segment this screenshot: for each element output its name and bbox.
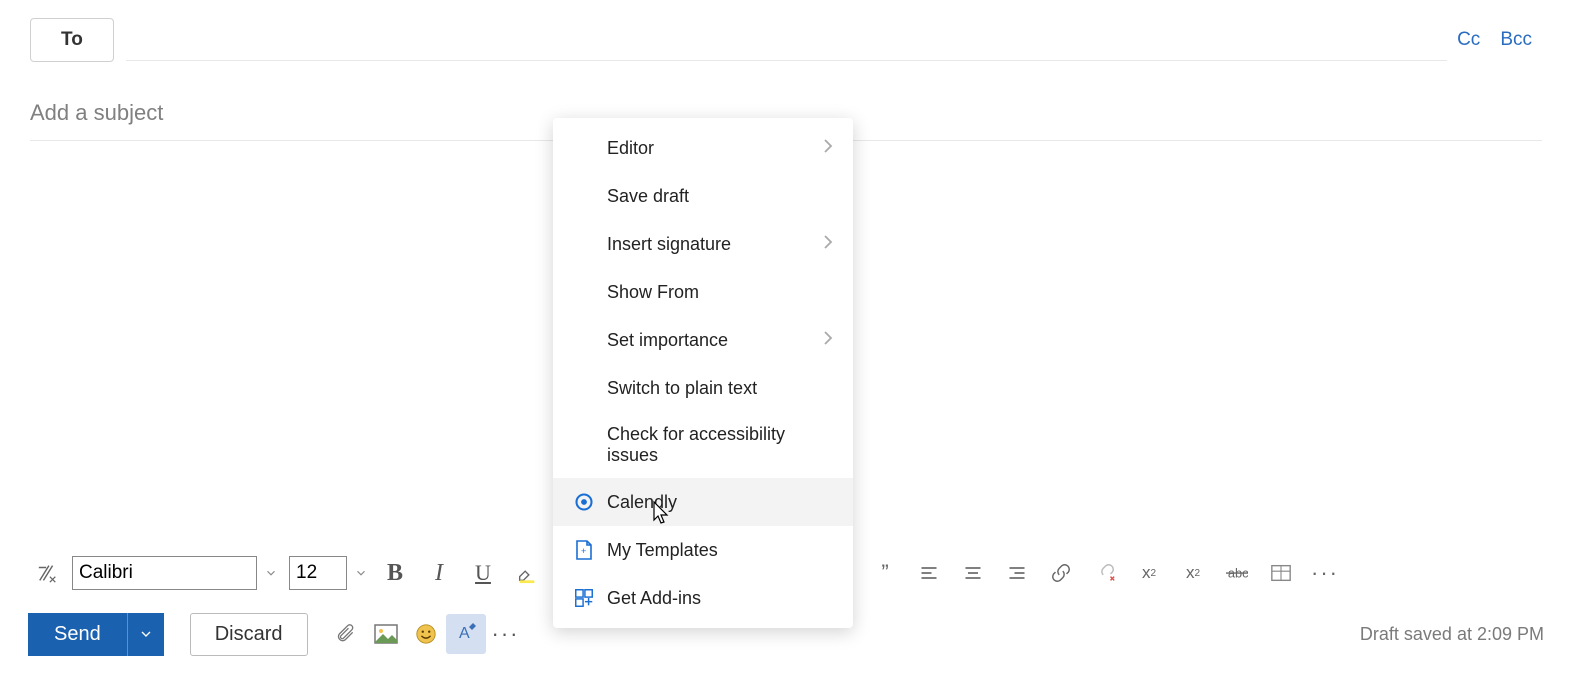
menu-item-label: Set importance	[607, 330, 811, 351]
align-center-icon[interactable]	[953, 553, 993, 593]
chevron-right-icon	[823, 138, 833, 159]
menu-item-label: Save draft	[607, 186, 833, 207]
menu-plain-text[interactable]: Switch to plain text	[553, 364, 853, 412]
discard-button[interactable]: Discard	[190, 613, 308, 656]
menu-accessibility[interactable]: Check for accessibility issues	[553, 412, 853, 478]
align-left-icon[interactable]	[909, 553, 949, 593]
emoji-icon[interactable]	[406, 614, 446, 654]
menu-get-addins[interactable]: Get Add-ins	[553, 574, 853, 622]
compose-more-menu: Editor Save draft Insert signature Show …	[553, 118, 853, 628]
menu-item-label: Insert signature	[607, 234, 811, 255]
bcc-link[interactable]: Bcc	[1490, 29, 1542, 51]
underline-button[interactable]: U	[463, 553, 503, 593]
font-name-select[interactable]	[72, 556, 257, 590]
menu-item-label: Check for accessibility issues	[607, 424, 833, 466]
italic-button[interactable]: I	[419, 553, 459, 593]
chevron-down-icon	[138, 626, 154, 642]
link-icon[interactable]	[1041, 553, 1081, 593]
to-input[interactable]	[126, 19, 1447, 61]
chevron-down-icon[interactable]	[351, 566, 371, 580]
draft-status: Draft saved at 2:09 PM	[1360, 624, 1544, 645]
menu-item-label: Get Add-ins	[607, 588, 833, 609]
subscript-icon[interactable]: x2	[1173, 553, 1213, 593]
menu-save-draft[interactable]: Save draft	[553, 172, 853, 220]
menu-item-label: Editor	[607, 138, 811, 159]
paperclip-icon[interactable]	[326, 614, 366, 654]
font-size-select[interactable]	[289, 556, 347, 590]
image-icon[interactable]	[366, 614, 406, 654]
chevron-right-icon	[823, 330, 833, 351]
to-button[interactable]: To	[30, 18, 114, 62]
send-dropdown[interactable]	[127, 613, 164, 656]
menu-item-label: Show From	[607, 282, 833, 303]
chevron-right-icon	[823, 234, 833, 255]
chevron-down-icon[interactable]	[261, 566, 281, 580]
strikethrough-icon[interactable]: abc	[1217, 553, 1257, 593]
unlink-icon[interactable]	[1085, 553, 1125, 593]
align-right-icon[interactable]	[997, 553, 1037, 593]
menu-show-from[interactable]: Show From	[553, 268, 853, 316]
addins-icon	[573, 587, 595, 609]
menu-item-label: My Templates	[607, 540, 833, 561]
send-group: Send	[28, 613, 164, 656]
svg-text:A: A	[459, 625, 470, 642]
superscript-icon[interactable]: x2	[1129, 553, 1169, 593]
menu-my-templates[interactable]: + My Templates	[553, 526, 853, 574]
templates-icon: +	[573, 539, 595, 561]
clear-formatting-icon[interactable]	[28, 553, 68, 593]
format-icon[interactable]: A	[446, 614, 486, 654]
menu-insert-signature[interactable]: Insert signature	[553, 220, 853, 268]
menu-calendly[interactable]: Calendly	[553, 478, 853, 526]
more-icon[interactable]: ···	[1305, 553, 1345, 593]
bold-button[interactable]: B	[375, 553, 415, 593]
cc-link[interactable]: Cc	[1447, 29, 1490, 51]
svg-text:+: +	[581, 546, 586, 556]
highlight-icon[interactable]	[507, 553, 547, 593]
menu-item-label: Switch to plain text	[607, 378, 833, 399]
more-icon[interactable]: ···	[486, 614, 526, 654]
table-icon[interactable]	[1261, 553, 1301, 593]
to-row: To Cc Bcc	[0, 0, 1572, 80]
menu-item-label: Calendly	[607, 492, 833, 513]
menu-editor[interactable]: Editor	[553, 124, 853, 172]
send-button[interactable]: Send	[28, 613, 127, 656]
quote-icon[interactable]: ”	[865, 553, 905, 593]
calendly-icon	[573, 491, 595, 513]
menu-set-importance[interactable]: Set importance	[553, 316, 853, 364]
